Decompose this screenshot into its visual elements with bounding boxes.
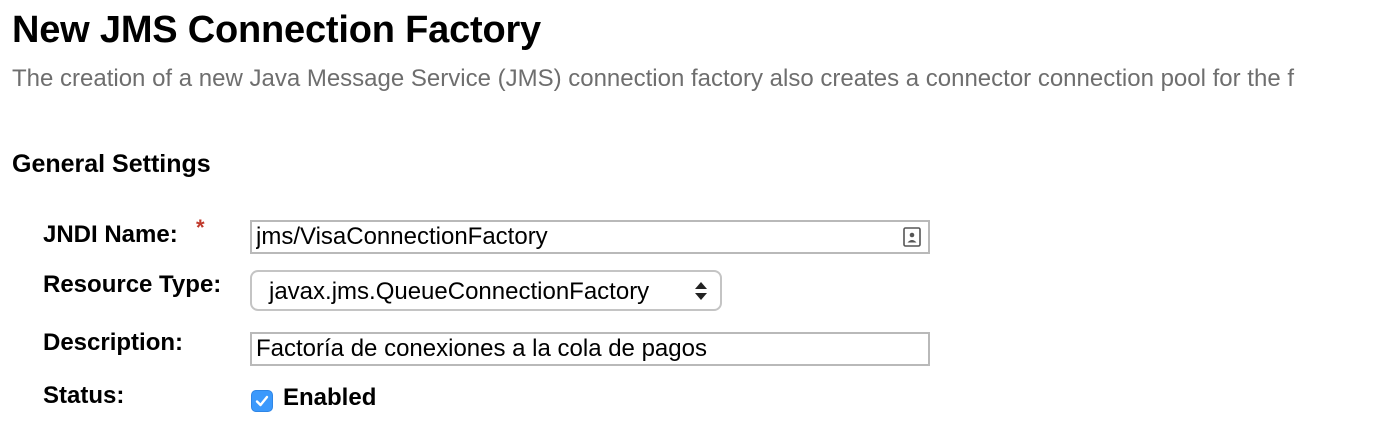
jndi-name-input[interactable]	[256, 222, 886, 252]
section-title-general-settings: General Settings	[12, 150, 211, 178]
resource-type-label: Resource Type:	[43, 271, 222, 298]
jndi-name-label: JNDI Name:	[43, 221, 178, 248]
description-input[interactable]	[256, 334, 886, 364]
description-label: Description:	[43, 329, 184, 356]
resource-type-selected-value: javax.jms.QueueConnectionFactory	[269, 278, 650, 305]
enabled-checkbox[interactable]	[251, 390, 273, 412]
enabled-checkbox-label[interactable]: Enabled	[283, 384, 376, 412]
resource-type-select[interactable]: javax.jms.QueueConnectionFactory	[250, 270, 722, 311]
description-field[interactable]	[250, 332, 930, 366]
jndi-name-field[interactable]	[250, 220, 930, 254]
page-title: New JMS Connection Factory	[12, 9, 541, 51]
contact-card-icon[interactable]	[903, 227, 921, 247]
status-label: Status:	[43, 382, 125, 409]
checkmark-icon	[255, 395, 269, 407]
updown-arrows-icon	[694, 281, 708, 301]
page-help-text: The creation of a new Java Message Servi…	[12, 65, 1294, 92]
required-asterisk: *	[196, 215, 205, 240]
